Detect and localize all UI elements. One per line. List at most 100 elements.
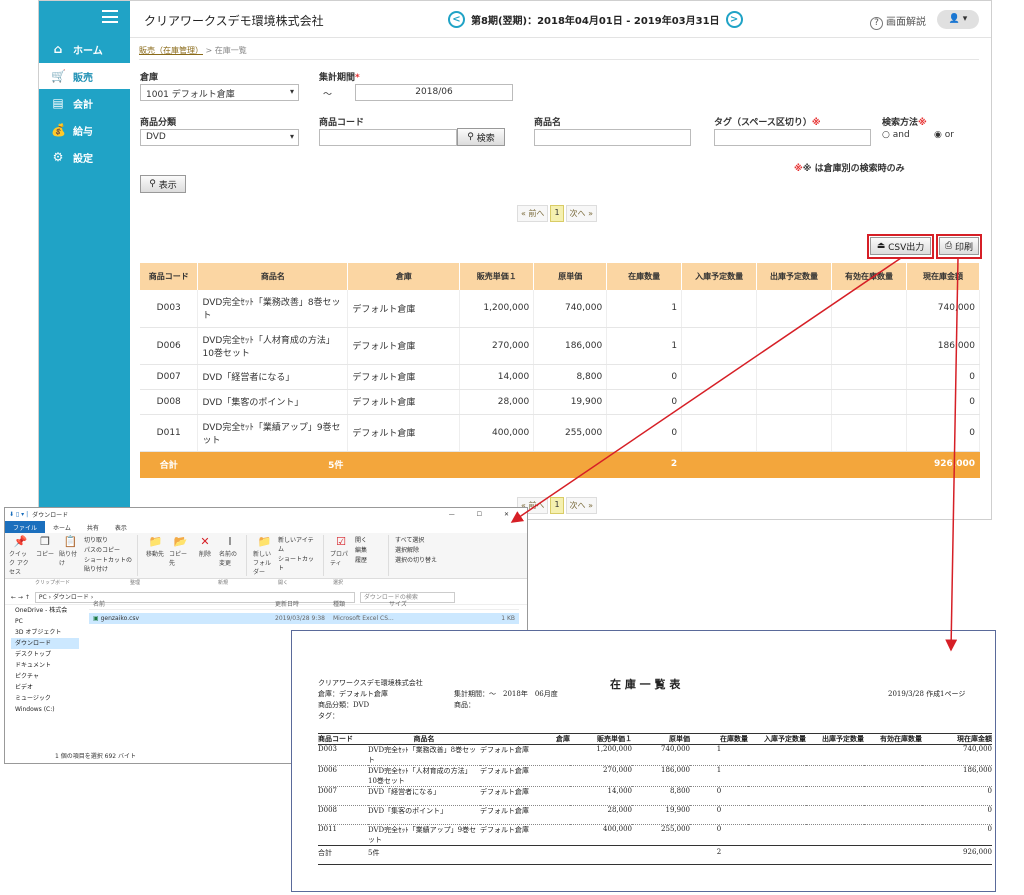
nav-videos[interactable]: ビデオ	[11, 682, 79, 693]
tag-input[interactable]	[714, 129, 871, 146]
col-size[interactable]: サイズ	[389, 599, 407, 608]
table-total-row: 合計 5件 2 926,000	[140, 451, 981, 478]
nav-pictures[interactable]: ピクチャ	[11, 671, 79, 682]
move-to-button[interactable]: 📁 移動先	[144, 535, 166, 558]
nav-windows-c[interactable]: Windows (C:)	[11, 704, 79, 715]
file-row[interactable]: ▣ genzaiko.csv 2019/03/28 9:38 Microsoft…	[89, 613, 519, 624]
col-date[interactable]: 更新日時	[275, 599, 333, 608]
prev-period-icon[interactable]: <	[448, 11, 465, 28]
user-menu[interactable]: 👤 ▾	[937, 10, 979, 29]
sidebar-item-sales[interactable]: 🛒 販売	[39, 63, 130, 89]
copy-to-button[interactable]: 📂 コピー先	[169, 535, 191, 567]
radio-and[interactable]: ○ and	[882, 130, 910, 140]
report-page: 1ページ	[940, 690, 966, 698]
report-cell: デフォルト倉庫	[480, 786, 570, 806]
paste-icon: 📋	[63, 535, 78, 548]
table-cell	[831, 327, 907, 365]
rename-button[interactable]: Ⅰ 名前の変更	[219, 535, 241, 567]
properties-button[interactable]: ☑ プロパティ	[330, 535, 352, 567]
nav-desktop[interactable]: デスクトップ	[11, 649, 79, 660]
report-cell: DVD完全ｾｯﾄ「業務改善」8巻セット	[368, 744, 480, 766]
history-button[interactable]: 履歴	[355, 555, 383, 564]
cut-button[interactable]: 切り取り	[84, 535, 132, 544]
new-folder-button[interactable]: 📁 新しいフォルダー	[253, 535, 275, 576]
sidebar-item-accounting[interactable]: ▤ 会計	[39, 90, 130, 116]
edit-button[interactable]: 編集	[355, 545, 383, 554]
report-cell: 0	[922, 824, 992, 846]
file-name-text: genzaiko.csv	[100, 615, 140, 622]
help-link[interactable]: ? 画面解説	[870, 13, 926, 30]
product-code-input[interactable]	[319, 129, 457, 146]
sidebar-item-home[interactable]: ⌂ ホーム	[39, 36, 130, 62]
table-cell	[831, 389, 907, 415]
col-name[interactable]: 名前	[89, 599, 275, 608]
show-button[interactable]: ⚲ 表示	[140, 175, 186, 193]
delete-button[interactable]: ✕ 削除	[194, 535, 216, 558]
report-cell	[864, 805, 922, 825]
col-type[interactable]: 種類	[333, 599, 389, 608]
category-select[interactable]: DVD	[140, 129, 299, 146]
product-name-input[interactable]	[534, 129, 691, 146]
nav-3d-objects[interactable]: 3D オブジェクト	[11, 627, 79, 638]
tab-home[interactable]: ホーム	[45, 521, 79, 533]
select-all-button[interactable]: すべて選択	[395, 535, 443, 544]
pager-next[interactable]: 次へ »	[565, 497, 597, 514]
report-col-header: 倉庫	[480, 733, 570, 745]
nav-pc[interactable]: PC	[11, 616, 79, 627]
nav-onedrive[interactable]: OneDrive - 株式会	[11, 605, 79, 616]
excel-file-icon: ▣	[93, 615, 101, 622]
hamburger-menu-icon[interactable]	[102, 10, 118, 23]
breadcrumb: 販売（在庫管理） > 在庫一覧	[139, 45, 247, 56]
rename-icon: Ⅰ	[228, 535, 232, 548]
shortcut-button[interactable]: ショートカット	[278, 554, 318, 572]
csv-export-button[interactable]: ⏏ CSV出力	[870, 237, 931, 255]
ribbon-label: クイック アクセス	[9, 551, 29, 576]
sidebar-item-payroll[interactable]: 💰 給与	[39, 117, 130, 143]
report-cell: 0	[690, 824, 748, 846]
pager-page[interactable]: 1	[550, 497, 564, 514]
pager-next[interactable]: 次へ »	[565, 205, 597, 222]
period-input[interactable]: 2018/06	[355, 84, 513, 101]
paste-button[interactable]: 📋 貼り付け	[59, 535, 81, 567]
table-cell: デフォルト倉庫	[347, 327, 461, 365]
nav-documents[interactable]: ドキュメント	[11, 660, 79, 671]
money-bag-icon: 💰	[51, 123, 66, 137]
table-cell: 1	[606, 327, 683, 365]
tab-file[interactable]: ファイル	[5, 521, 46, 533]
print-label: 印刷	[955, 242, 974, 253]
sidebar-item-settings[interactable]: ⚙ 設定	[39, 144, 130, 170]
nav-arrows-icon[interactable]: ← → ↑	[11, 594, 30, 601]
invert-selection-button[interactable]: 選択の切り替え	[395, 555, 443, 564]
radio-or[interactable]: ◉ or	[934, 130, 954, 140]
new-item-button[interactable]: 新しいアイテム	[278, 535, 318, 553]
tab-share[interactable]: 共有	[79, 521, 107, 533]
sidebar-item-label: ホーム	[73, 45, 103, 57]
report-cell	[864, 765, 922, 787]
tab-view[interactable]: 表示	[107, 521, 135, 533]
window-controls-icon[interactable]: — ☐ ✕	[449, 511, 519, 518]
divider	[139, 59, 979, 60]
sidebar-item-label: 会計	[73, 99, 93, 111]
select-none-button[interactable]: 選択解除	[395, 545, 443, 554]
pager-page[interactable]: 1	[550, 205, 564, 222]
warehouse-select[interactable]: 1001 デフォルト倉庫	[140, 84, 299, 101]
code-search-button[interactable]: ⚲ 検索	[457, 128, 505, 146]
table-cell	[756, 414, 833, 452]
report-warehouse: 倉庫：デフォルト倉庫	[318, 690, 388, 698]
pager-prev[interactable]: « 前へ	[517, 205, 549, 222]
next-period-icon[interactable]: >	[725, 11, 743, 28]
paste-shortcut-button[interactable]: ショートカットの貼り付け	[84, 555, 132, 573]
copy-path-button[interactable]: パスのコピー	[84, 545, 132, 554]
report-cell: DVD完全ｾｯﾄ「人材育成の方法」10巻セット	[368, 765, 480, 787]
open-button[interactable]: 開く	[355, 535, 383, 544]
nav-music[interactable]: ミュージック	[11, 693, 79, 704]
nav-downloads[interactable]: ダウンロード	[11, 638, 79, 649]
ribbon-group-open: ☑ プロパティ 開く 編集 履歴	[330, 535, 389, 576]
print-button[interactable]: ⎙ 印刷	[939, 237, 979, 255]
warehouse-note-text: ※ は倉庫別の検索時のみ	[802, 164, 905, 174]
breadcrumb-parent[interactable]: 販売（在庫管理）	[139, 46, 203, 55]
company-name: クリアワークスデモ環境株式会社	[144, 14, 324, 28]
pin-button[interactable]: 📌 クイック アクセス	[9, 535, 31, 576]
copy-button[interactable]: ❐ コピー	[34, 535, 56, 558]
report-cell: DVD「集客のポイント」	[368, 805, 480, 825]
